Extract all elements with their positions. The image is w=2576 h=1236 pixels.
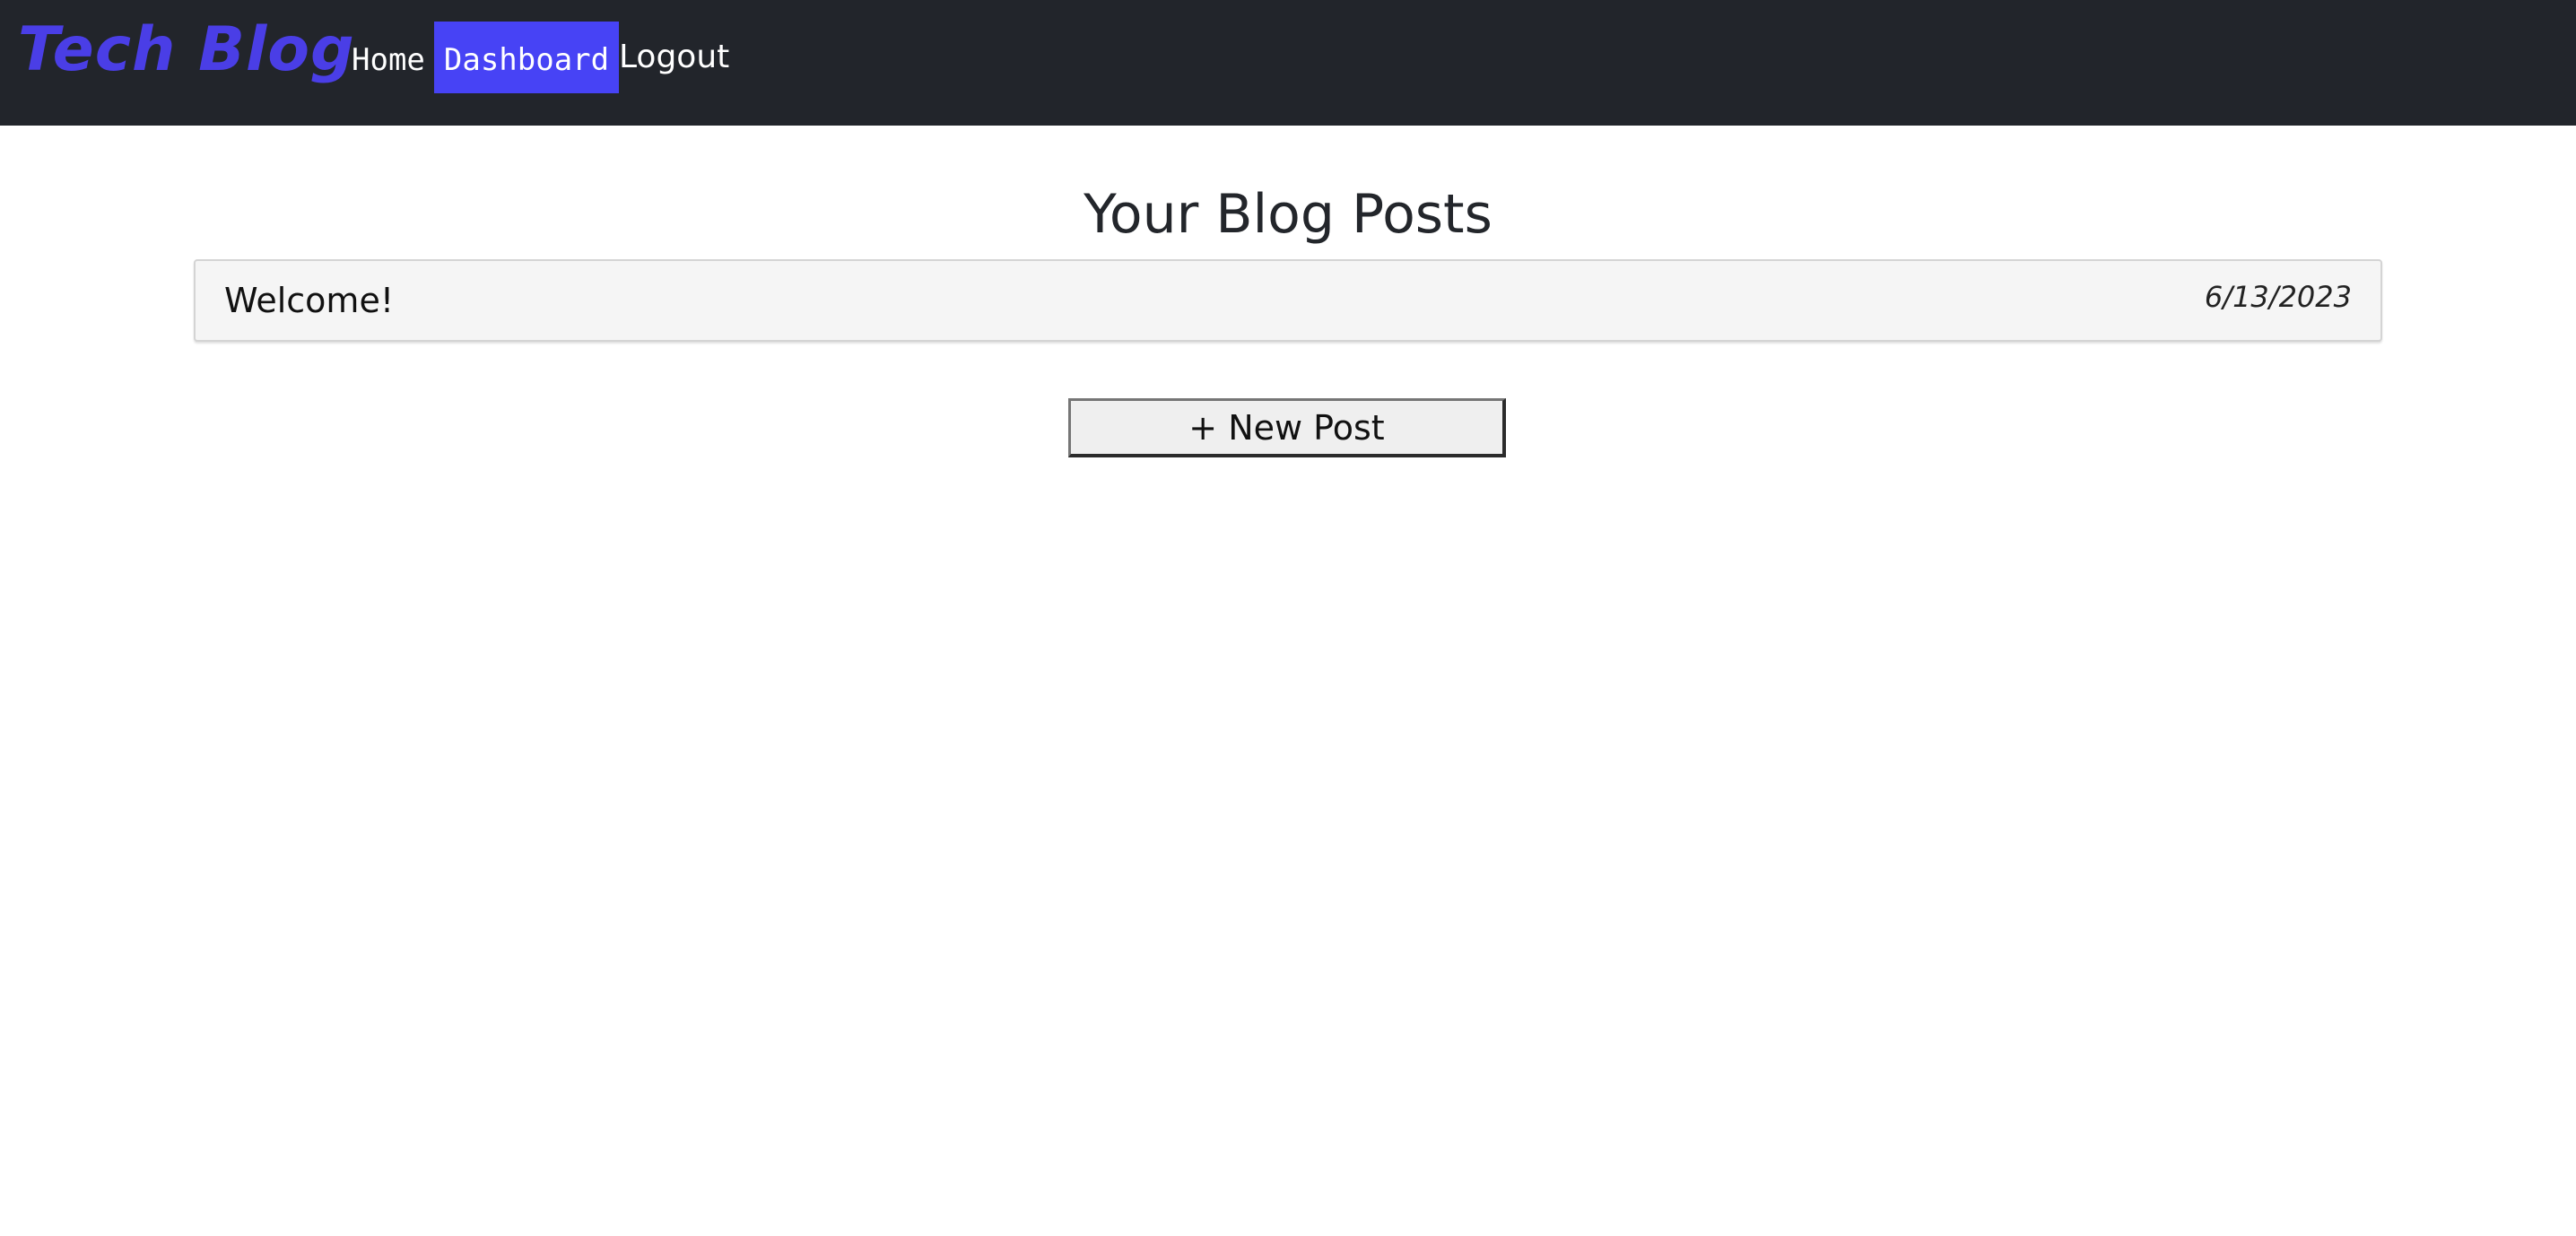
new-post-button[interactable]: + New Post (1068, 398, 1506, 457)
nav-link-dashboard[interactable]: Dashboard (434, 22, 619, 93)
page-title: Your Blog Posts (1083, 183, 1493, 246)
post-card[interactable]: Welcome! 6/13/2023 (194, 259, 2382, 342)
nav-link-home[interactable]: Home (352, 22, 432, 93)
post-date: 6/13/2023 (2204, 280, 2352, 314)
navbar: Tech Blog Home Dashboard Logout (0, 0, 2576, 126)
brand-logo[interactable]: Tech Blog (18, 5, 355, 95)
nav-link-logout[interactable]: Logout (619, 22, 735, 93)
post-title[interactable]: Welcome! (224, 261, 394, 340)
